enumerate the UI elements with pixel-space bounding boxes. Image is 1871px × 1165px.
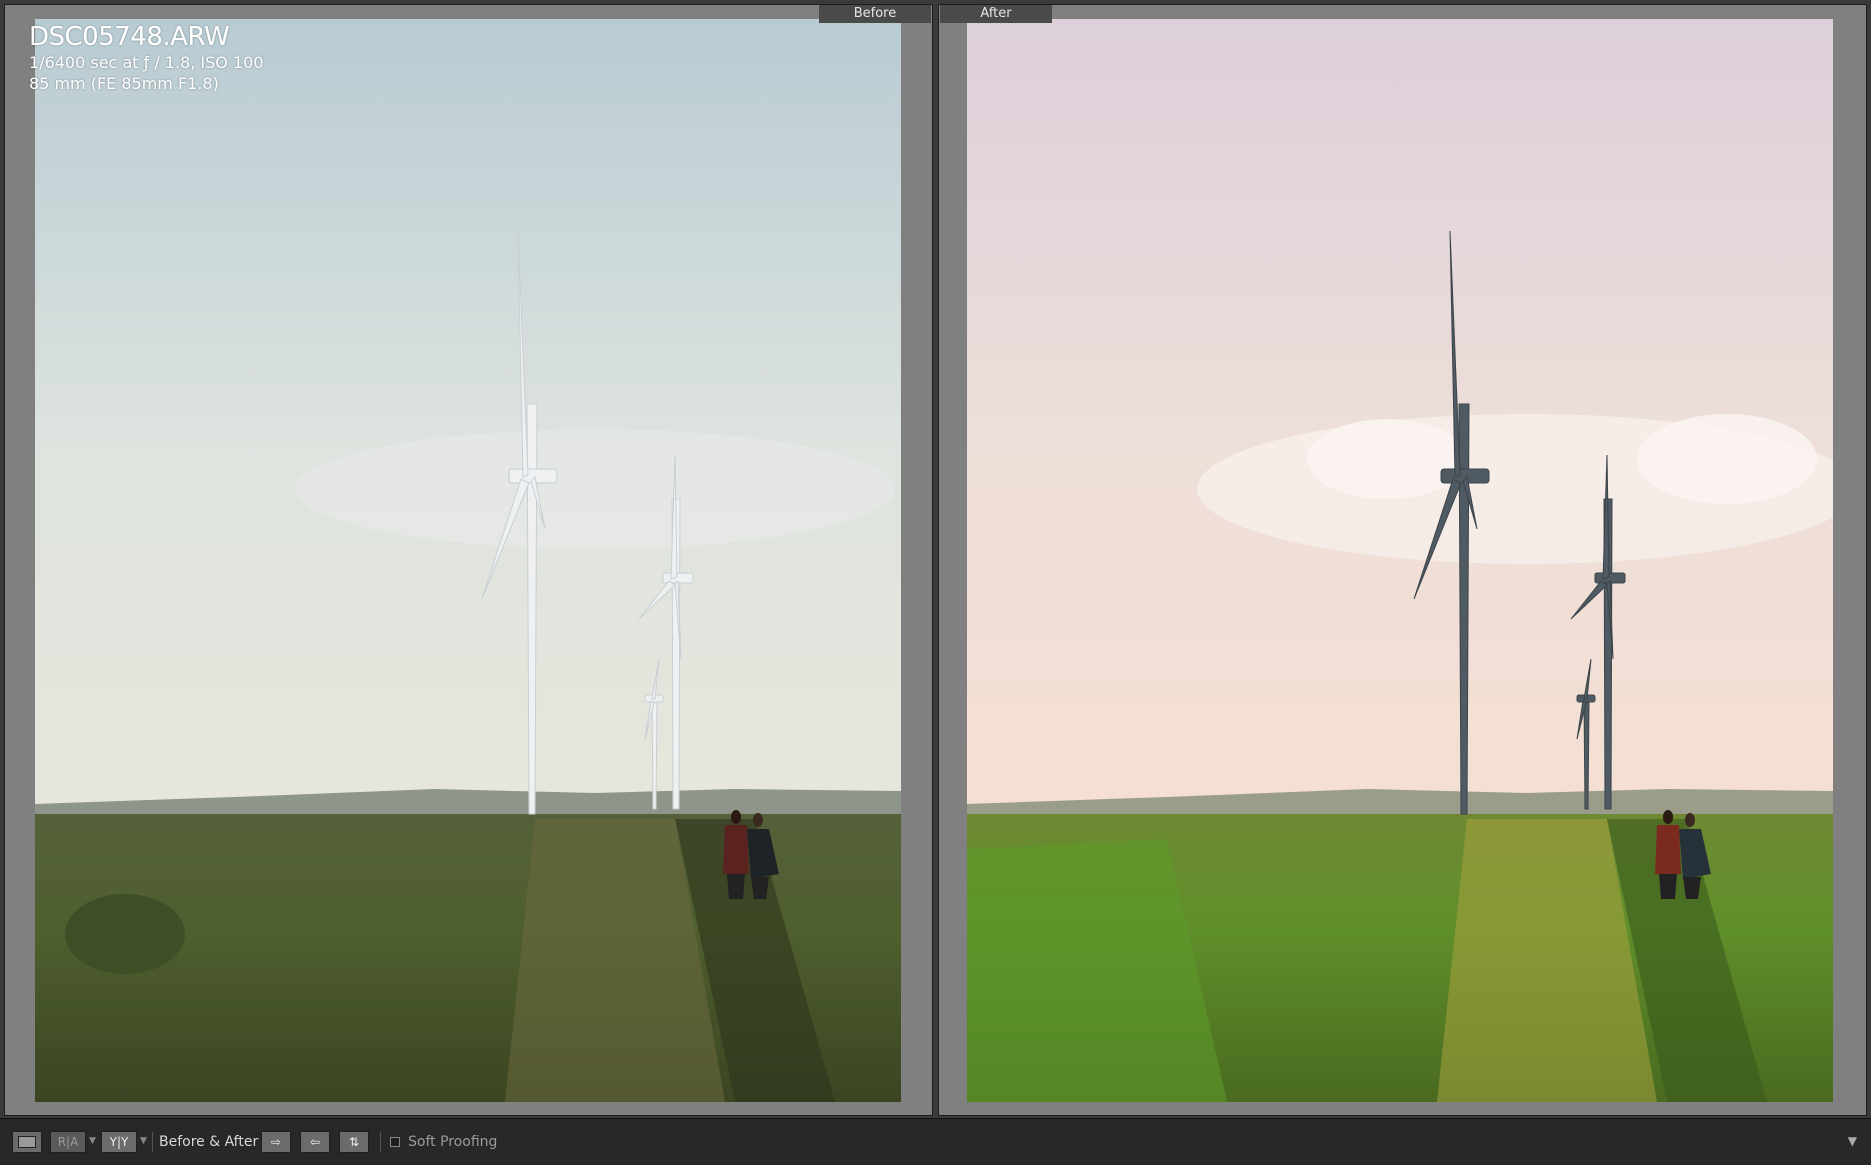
- loupe-compare-area: Before After DSC05748.ARW 1/6400 sec at …: [0, 0, 1871, 1118]
- copy-before-to-after-icon: ⇨: [270, 1135, 282, 1149]
- swap-before-after-icon: ⇅: [348, 1135, 360, 1149]
- after-photo-image: [967, 19, 1833, 1102]
- chevron-down-icon[interactable]: ▼: [140, 1136, 147, 1146]
- before-photo-image: [35, 19, 901, 1102]
- before-photo[interactable]: [35, 19, 901, 1102]
- copy-after-to-before-button[interactable]: ⇦: [300, 1131, 330, 1153]
- exposure-info: 1/6400 sec at ƒ / 1.8, ISO 100: [29, 53, 264, 72]
- file-info-overlay: DSC05748.ARW 1/6400 sec at ƒ / 1.8, ISO …: [29, 22, 264, 94]
- chevron-down-icon[interactable]: ▼: [89, 1136, 96, 1146]
- soft-proofing-label[interactable]: Soft Proofing: [408, 1132, 497, 1152]
- after-label: After: [940, 5, 1052, 23]
- before-after-top-bottom-icon: Y|Y: [109, 1135, 129, 1149]
- before-pane[interactable]: Before: [4, 4, 933, 1116]
- toolbar: R|A ▼ Y|Y ▼ Before & After : ⇨ ⇦ ⇅ Soft …: [0, 1118, 1871, 1165]
- soft-proofing-checkbox[interactable]: [390, 1137, 400, 1147]
- loupe-view-button[interactable]: [12, 1131, 42, 1153]
- toolbar-menu-chevron-down-icon[interactable]: ▼: [1848, 1134, 1857, 1148]
- filename: DSC05748.ARW: [29, 22, 230, 52]
- copy-before-to-after-button[interactable]: ⇨: [261, 1131, 291, 1153]
- after-pane[interactable]: After: [938, 4, 1867, 1116]
- copy-after-to-before-icon: ⇦: [309, 1135, 321, 1149]
- before-label: Before: [819, 5, 931, 23]
- before-after-left-right-icon: R|A: [57, 1135, 79, 1149]
- before-after-top-bottom-button[interactable]: Y|Y: [101, 1131, 137, 1153]
- lens-info: 85 mm (FE 85mm F1.8): [29, 74, 219, 93]
- before-after-label: Before & After :: [159, 1134, 268, 1150]
- before-after-left-right-button[interactable]: R|A: [50, 1131, 86, 1153]
- divider: [380, 1132, 381, 1152]
- divider: [152, 1132, 153, 1152]
- swap-before-after-button[interactable]: ⇅: [339, 1131, 369, 1153]
- loupe-view-icon: [18, 1136, 36, 1148]
- after-photo[interactable]: [967, 19, 1833, 1102]
